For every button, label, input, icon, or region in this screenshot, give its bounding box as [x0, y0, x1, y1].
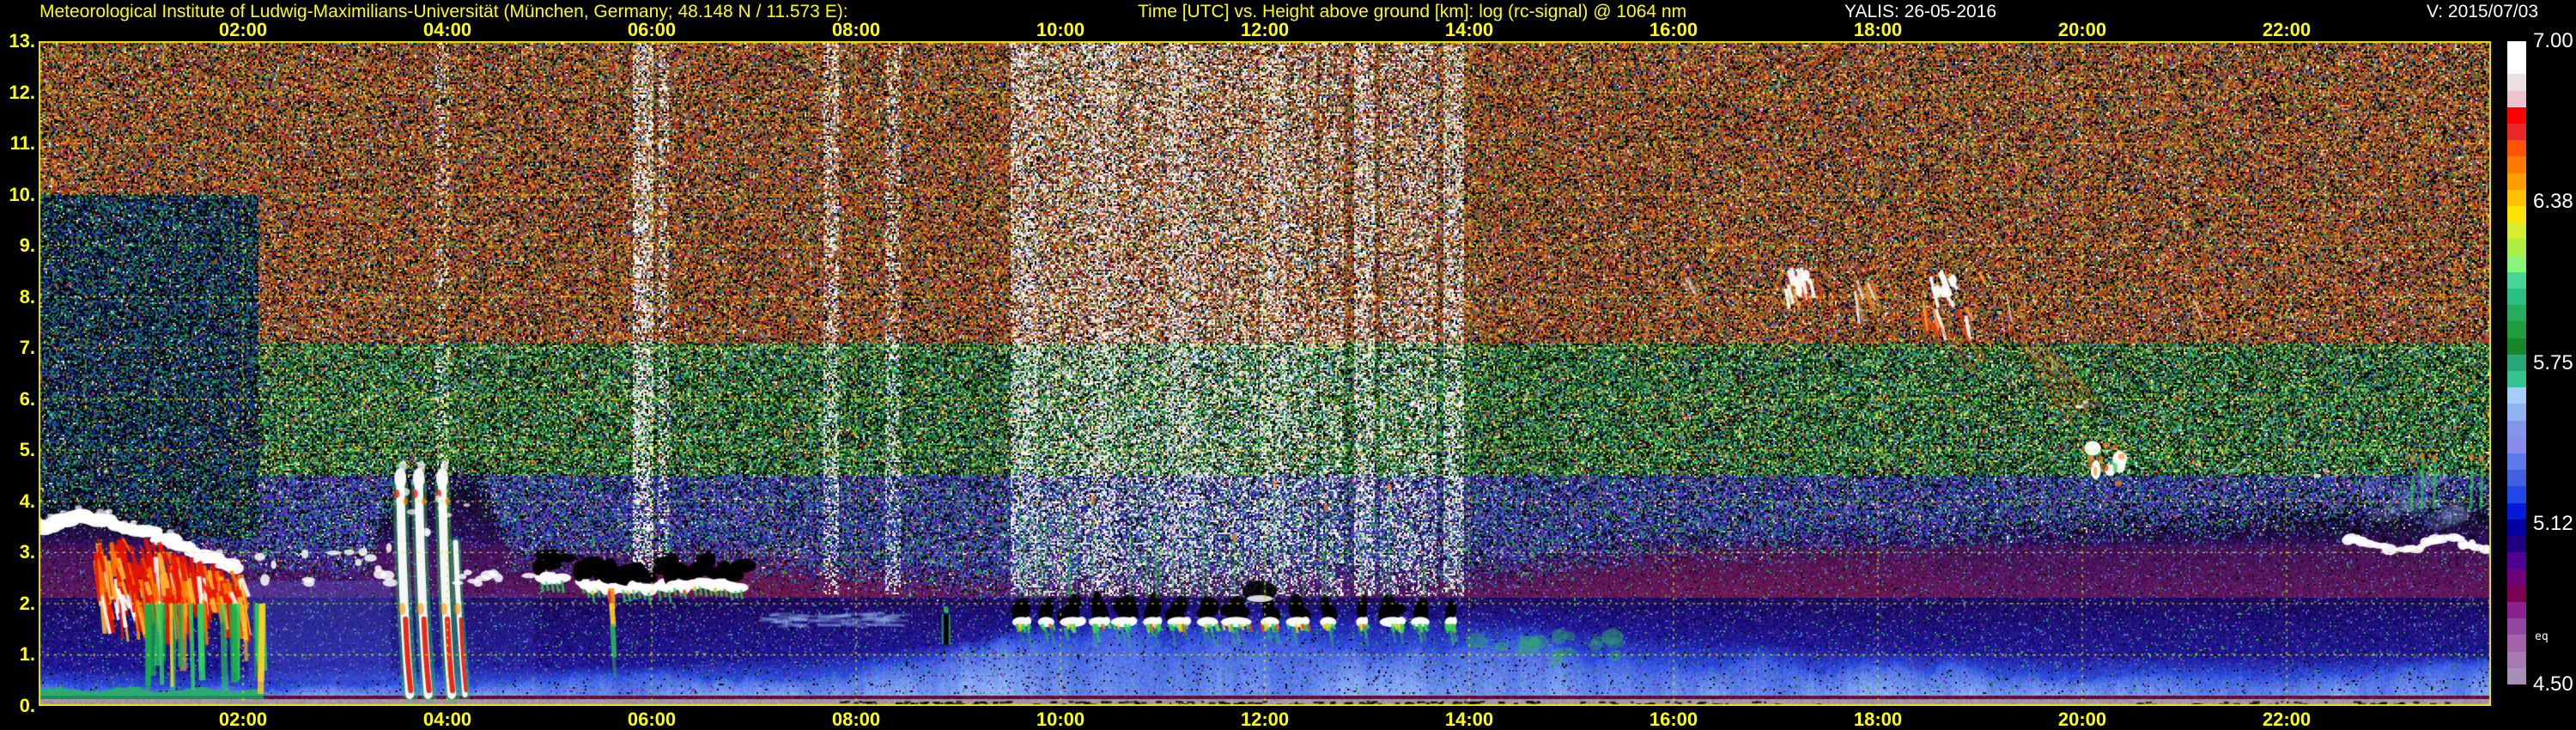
colorbar-segment: [2507, 536, 2526, 553]
colorbar-segment: [2507, 420, 2526, 437]
y-axis-tick: 9.: [19, 234, 35, 257]
colorbar-segment: [2507, 387, 2526, 405]
colorbar-segment: [2507, 585, 2526, 602]
colorbar-segment: [2507, 552, 2526, 569]
colorbar-segment: [2507, 436, 2526, 454]
colorbar-segment: [2507, 667, 2526, 684]
x-axis-tick-top: 08:00: [831, 19, 881, 40]
colorbar-segment: [2507, 106, 2526, 125]
colorbar-segment: [2507, 90, 2526, 107]
x-axis-tick-top: 06:00: [627, 19, 677, 40]
x-axis-tick-top: 20:00: [2057, 19, 2107, 40]
x-axis-tick-bottom: 02:00: [218, 709, 268, 730]
colorbar-segment: [2507, 354, 2526, 372]
x-axis-tick-bottom: 20:00: [2057, 709, 2107, 730]
x-axis-tick-bottom: 10:00: [1036, 709, 1085, 730]
colorbar-segment: [2507, 601, 2526, 619]
colorbar-segment: [2507, 338, 2526, 355]
colorbar-segment: [2507, 404, 2526, 421]
colorbar-segment: [2507, 74, 2526, 91]
y-axis-tick: 1.: [19, 643, 35, 666]
y-axis-tick: 13.: [9, 30, 35, 52]
colorbar-segment: [2507, 271, 2526, 289]
y-axis-tick: 3.: [19, 541, 35, 563]
colorbar-segment: [2507, 470, 2526, 487]
y-axis-tick: 5.: [19, 439, 35, 461]
colorbar-segment: [2507, 189, 2526, 207]
colorbar-segment: [2507, 41, 2526, 58]
x-axis-tick-top: 12:00: [1240, 19, 1290, 40]
y-axis-tick: 12.: [9, 81, 35, 103]
colorbar-segment: [2507, 651, 2526, 668]
y-axis-tick: 8.: [19, 285, 35, 307]
colorbar-segment: [2507, 140, 2526, 157]
colorbar-segment: [2507, 321, 2526, 338]
x-axis-tick-top: 16:00: [1649, 19, 1698, 40]
lidar-quicklook-viewer: Meteorological Institute of Ludwig-Maxim…: [0, 0, 2576, 730]
plot-title: Time [UTC] vs. Height above ground [km]:…: [1138, 2, 1687, 21]
colorbar-eq-label: eq: [2535, 630, 2549, 643]
heatmap-canvas: [39, 41, 2491, 706]
y-axis-tick: 4.: [19, 490, 35, 512]
x-axis-tick-bottom: 16:00: [1649, 709, 1698, 730]
colorbar-segment: [2507, 305, 2526, 322]
colorbar-tick-label: 5.75: [2533, 350, 2573, 374]
colorbar-tick-label: 4.50: [2533, 672, 2573, 696]
colorbar-tick-label: 6.38: [2533, 190, 2573, 214]
colorbar-segment: [2507, 206, 2526, 223]
x-axis-tick-bottom: 22:00: [2262, 709, 2312, 730]
colorbar: [2507, 41, 2526, 684]
x-axis-tick-top: 04:00: [422, 19, 472, 40]
colorbar-segment: [2507, 239, 2526, 256]
colorbar-segment: [2507, 222, 2526, 240]
x-axis-tick-bottom: 18:00: [1853, 709, 1903, 730]
colorbar-segment: [2507, 124, 2526, 141]
y-axis-tick: 7.: [19, 337, 35, 359]
colorbar-segment: [2507, 618, 2526, 636]
colorbar-segment: [2507, 255, 2526, 272]
x-axis-tick-bottom: 06:00: [627, 709, 677, 730]
y-axis-tick: 10.: [9, 183, 35, 205]
colorbar-segment: [2507, 519, 2526, 537]
colorbar-segment: [2507, 173, 2526, 190]
colorbar-segment: [2507, 569, 2526, 586]
x-axis-tick-top: 14:00: [1444, 19, 1494, 40]
x-axis-tick-top: 10:00: [1036, 19, 1085, 40]
x-axis-tick-top: 22:00: [2262, 19, 2312, 40]
colorbar-segment: [2507, 486, 2526, 503]
colorbar-segment: [2507, 371, 2526, 388]
y-axis-tick: 0.: [19, 695, 35, 716]
x-axis-tick-bottom: 04:00: [422, 709, 472, 730]
y-axis-tick: 6.: [19, 387, 35, 410]
colorbar-tick-label: 7.00: [2533, 29, 2573, 52]
colorbar-segment: [2507, 289, 2526, 306]
colorbar-tick-label: 5.12: [2533, 511, 2573, 535]
y-axis-tick: 2.: [19, 592, 35, 614]
colorbar-segment: [2507, 156, 2526, 173]
x-axis-tick-top: 18:00: [1853, 19, 1903, 40]
x-axis-tick-bottom: 14:00: [1444, 709, 1494, 730]
colorbar-segment: [2507, 58, 2526, 75]
colorbar-segment: [2507, 635, 2526, 652]
version-label: V: 2015/07/03: [2427, 2, 2538, 21]
x-axis-tick-bottom: 08:00: [831, 709, 881, 730]
x-axis-tick-bottom: 12:00: [1240, 709, 1290, 730]
colorbar-segment: [2507, 502, 2526, 520]
y-axis-tick: 11.: [9, 132, 35, 155]
colorbar-segment: [2507, 453, 2526, 471]
x-axis-tick-top: 02:00: [218, 19, 268, 40]
